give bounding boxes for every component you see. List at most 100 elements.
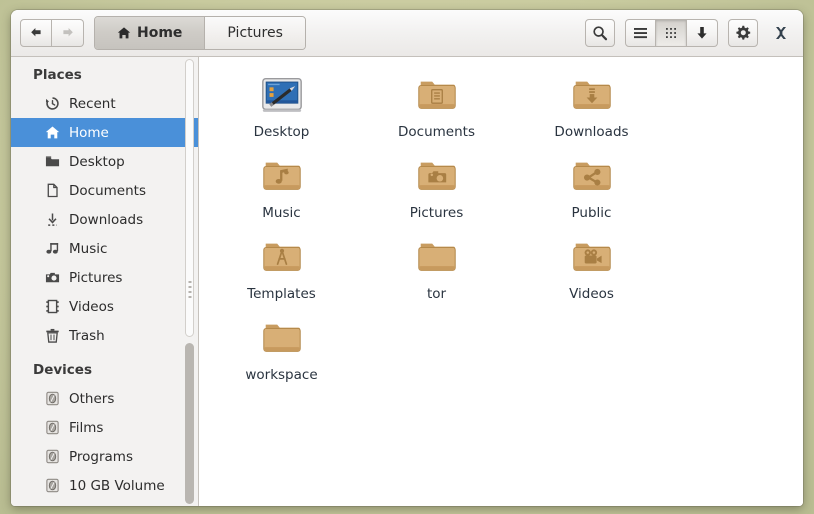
sidebar-item-trash[interactable]: Trash (11, 321, 198, 350)
sidebar-item-label: Films (69, 419, 104, 436)
desktop-folder-icon (44, 154, 60, 170)
arrow-left-icon (31, 28, 41, 37)
file-item-music[interactable]: Music (204, 152, 359, 233)
sidebar-item-music[interactable]: Music (11, 234, 198, 263)
sidebar-scrollbar-grip (188, 281, 191, 301)
sidebar-item-label: Desktop (69, 153, 125, 170)
file-item-label: Videos (569, 286, 614, 302)
file-item-label: tor (426, 286, 447, 302)
file-list-view[interactable]: Desktop Documents Downloads Music Pictur… (199, 57, 803, 506)
trash-icon (44, 328, 60, 344)
sidebar-item-10-gb-volume[interactable]: 10 GB Volume (11, 471, 198, 500)
settings-button[interactable] (728, 19, 758, 47)
sidebar-item-films[interactable]: Films (11, 413, 198, 442)
sidebar-item-documents[interactable]: Documents (11, 176, 198, 205)
file-item-videos[interactable]: Videos (514, 233, 669, 314)
folder-music-icon (258, 152, 306, 200)
sidebar-item-desktop[interactable]: Desktop (11, 147, 198, 176)
folder-videos-icon (568, 233, 616, 281)
list-view-icon (634, 28, 647, 39)
gear-icon (736, 25, 751, 40)
file-item-pictures[interactable]: Pictures (359, 152, 514, 233)
folder-pictures-icon (413, 152, 461, 200)
sidebar-scrollbar-thumb[interactable] (185, 343, 194, 504)
sidebar-item-label: Documents (69, 182, 146, 199)
search-button[interactable] (585, 19, 615, 47)
drive-icon (44, 449, 60, 465)
sidebar-item-programs[interactable]: Programs (11, 442, 198, 471)
sidebar-item-others[interactable]: Others (11, 384, 198, 413)
search-icon (593, 26, 608, 41)
tab-pictures[interactable]: Pictures (205, 17, 305, 49)
file-item-tor[interactable]: tor (359, 233, 514, 314)
tab-home[interactable]: Home (95, 17, 206, 49)
arrow-right-icon (62, 28, 73, 37)
folder-documents-icon (413, 71, 461, 119)
home-icon (44, 125, 60, 141)
sidebar-item-label: Music (69, 240, 108, 257)
sidebar-scrollbar[interactable] (185, 59, 194, 506)
recent-icon (44, 96, 60, 112)
file-item-label: Downloads (554, 124, 629, 140)
toolbar: Home Pictures (11, 10, 803, 57)
download-icon (44, 212, 60, 228)
file-item-label: Public (571, 205, 612, 221)
file-item-label: Documents (398, 124, 475, 140)
camera-icon (44, 270, 60, 286)
list-view-button[interactable] (625, 19, 656, 47)
icon-grid: Desktop Documents Downloads Music Pictur… (204, 71, 803, 395)
sidebar-item-downloads[interactable]: Downloads (11, 205, 198, 234)
grid-view-icon (665, 27, 676, 38)
sidebar-section-places-title: Places (33, 67, 82, 83)
forward-button[interactable] (52, 19, 84, 47)
sidebar-item-label: 10 GB Volume (69, 477, 165, 494)
grid-view-button[interactable] (656, 19, 687, 47)
film-icon (44, 299, 60, 315)
sidebar-item-label: Programs (69, 448, 133, 465)
sidebar-item-label: Home (69, 124, 109, 141)
sidebar-section-devices-title: Devices (33, 362, 92, 378)
sidebar-item-label: Videos (69, 298, 114, 315)
close-button[interactable] (768, 20, 794, 46)
home-icon (117, 27, 131, 39)
file-item-label: Desktop (253, 124, 310, 140)
file-item-documents[interactable]: Documents (359, 71, 514, 152)
close-icon (776, 27, 786, 39)
sort-order-button[interactable] (687, 19, 718, 47)
sidebar-item-videos[interactable]: Videos (11, 292, 198, 321)
file-item-templates[interactable]: Templates (204, 233, 359, 314)
file-item-desktop[interactable]: Desktop (204, 71, 359, 152)
back-button[interactable] (20, 19, 52, 47)
file-item-workspace[interactable]: workspace (204, 314, 359, 395)
sidebar-item-pictures[interactable]: Pictures (11, 263, 198, 292)
drive-icon (44, 420, 60, 436)
sidebar-item-label: Others (69, 390, 115, 407)
view-mode-group (625, 19, 718, 47)
file-item-label: Pictures (409, 205, 464, 221)
music-icon (44, 241, 60, 257)
document-icon (44, 183, 60, 199)
file-item-downloads[interactable]: Downloads (514, 71, 669, 152)
file-item-label: Music (262, 205, 301, 221)
file-item-label: workspace (245, 367, 318, 383)
toolbar-actions (585, 10, 794, 56)
sidebar: Places Recent Home Desktop Documents Dow… (11, 57, 199, 506)
tab-home-label: Home (137, 25, 183, 41)
file-item-public[interactable]: Public (514, 152, 669, 233)
folder-plain-icon (258, 314, 306, 362)
folder-plain-icon (413, 233, 461, 281)
sidebar-item-label: Recent (69, 95, 116, 112)
sidebar-item-label: Downloads (69, 211, 144, 228)
sidebar-item-home[interactable]: Home (11, 118, 198, 147)
sidebar-item-recent[interactable]: Recent (11, 89, 198, 118)
navigation-button-group (20, 19, 84, 47)
folder-templates-icon (258, 233, 306, 281)
file-item-label: Templates (247, 286, 316, 302)
sidebar-item-label: Pictures (69, 269, 123, 286)
drive-icon (44, 478, 60, 494)
drive-icon (44, 391, 60, 407)
desktop-screen-icon (258, 71, 306, 119)
window-body: Places Recent Home Desktop Documents Dow… (11, 57, 803, 506)
tab-bar: Home Pictures (94, 16, 306, 50)
file-manager-window: Home Pictures Places Recent Home Desktop… (11, 10, 803, 506)
